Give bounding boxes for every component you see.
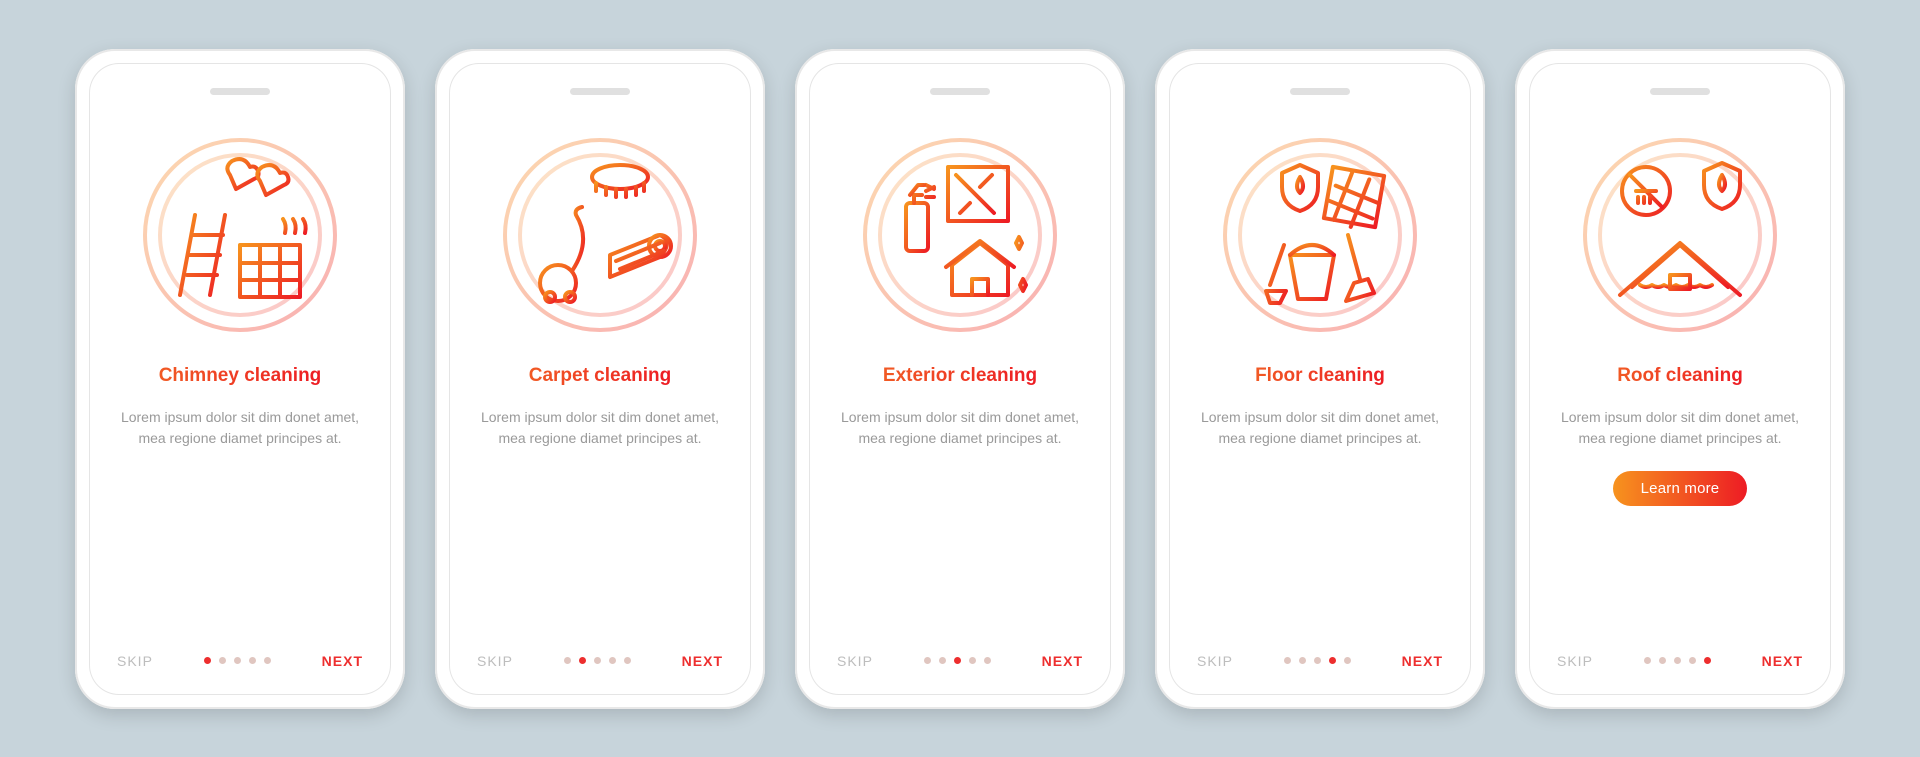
dot xyxy=(1299,657,1306,664)
skip-button[interactable]: SKIP xyxy=(477,653,513,669)
screen-chimney: Chimney cleaning Lorem ipsum dolor sit d… xyxy=(89,63,391,695)
dot xyxy=(1284,657,1291,664)
screen-title: Roof cleaning xyxy=(1617,365,1743,387)
learn-more-button[interactable]: Learn more xyxy=(1613,471,1748,506)
dot xyxy=(579,657,586,664)
screen-floor: Floor cleaning Lorem ipsum dolor sit dim… xyxy=(1169,63,1471,695)
screen-title: Carpet cleaning xyxy=(529,365,672,387)
screen-description: Lorem ipsum dolor sit dim donet amet, me… xyxy=(1194,407,1446,449)
screen-exterior: Exterior cleaning Lorem ipsum dolor sit … xyxy=(809,63,1111,695)
skip-button[interactable]: SKIP xyxy=(1197,653,1233,669)
dot xyxy=(1689,657,1696,664)
phone-chimney: Chimney cleaning Lorem ipsum dolor sit d… xyxy=(75,49,405,709)
dot xyxy=(204,657,211,664)
dot xyxy=(1659,657,1666,664)
phone-exterior: Exterior cleaning Lorem ipsum dolor sit … xyxy=(795,49,1125,709)
page-indicator xyxy=(1284,657,1351,664)
screen-nav: SKIP NEXT xyxy=(477,653,723,669)
dot xyxy=(624,657,631,664)
phone-speaker xyxy=(1290,88,1350,95)
page-indicator xyxy=(204,657,271,664)
screen-description: Lorem ipsum dolor sit dim donet amet, me… xyxy=(114,407,366,449)
screen-roof: Roof cleaning Lorem ipsum dolor sit dim … xyxy=(1529,63,1831,695)
page-indicator xyxy=(924,657,991,664)
dot xyxy=(1704,657,1711,664)
skip-button[interactable]: SKIP xyxy=(1557,653,1593,669)
dot xyxy=(984,657,991,664)
dot xyxy=(264,657,271,664)
screen-description: Lorem ipsum dolor sit dim donet amet, me… xyxy=(834,407,1086,449)
dot xyxy=(1344,657,1351,664)
dot xyxy=(954,657,961,664)
dot xyxy=(249,657,256,664)
exterior-cleaning-icon xyxy=(860,135,1060,335)
screen-nav: SKIP NEXT xyxy=(837,653,1083,669)
floor-cleaning-icon xyxy=(1220,135,1420,335)
next-button[interactable]: NEXT xyxy=(1402,653,1443,669)
dot xyxy=(924,657,931,664)
page-indicator xyxy=(1644,657,1711,664)
carpet-cleaning-icon xyxy=(500,135,700,335)
next-button[interactable]: NEXT xyxy=(1042,653,1083,669)
skip-button[interactable]: SKIP xyxy=(837,653,873,669)
dot xyxy=(1329,657,1336,664)
dot xyxy=(969,657,976,664)
dot xyxy=(939,657,946,664)
dot xyxy=(234,657,241,664)
phone-speaker xyxy=(1650,88,1710,95)
next-button[interactable]: NEXT xyxy=(322,653,363,669)
screen-title: Chimney cleaning xyxy=(159,365,322,387)
next-button[interactable]: NEXT xyxy=(682,653,723,669)
dot xyxy=(1674,657,1681,664)
dot xyxy=(1644,657,1651,664)
dot xyxy=(219,657,226,664)
roof-cleaning-icon xyxy=(1580,135,1780,335)
phone-carpet: Carpet cleaning Lorem ipsum dolor sit di… xyxy=(435,49,765,709)
dot xyxy=(609,657,616,664)
phone-speaker xyxy=(210,88,270,95)
dot xyxy=(1314,657,1321,664)
phones-row: Chimney cleaning Lorem ipsum dolor sit d… xyxy=(75,49,1845,709)
dot xyxy=(594,657,601,664)
next-button[interactable]: NEXT xyxy=(1762,653,1803,669)
screen-description: Lorem ipsum dolor sit dim donet amet, me… xyxy=(1554,407,1806,449)
chimney-cleaning-icon xyxy=(140,135,340,335)
phone-roof: Roof cleaning Lorem ipsum dolor sit dim … xyxy=(1515,49,1845,709)
page-indicator xyxy=(564,657,631,664)
dot xyxy=(564,657,571,664)
screen-title: Floor cleaning xyxy=(1255,365,1385,387)
screen-nav: SKIP NEXT xyxy=(1197,653,1443,669)
screen-description: Lorem ipsum dolor sit dim donet amet, me… xyxy=(474,407,726,449)
phone-speaker xyxy=(930,88,990,95)
skip-button[interactable]: SKIP xyxy=(117,653,153,669)
screen-nav: SKIP NEXT xyxy=(1557,653,1803,669)
screen-carpet: Carpet cleaning Lorem ipsum dolor sit di… xyxy=(449,63,751,695)
phone-speaker xyxy=(570,88,630,95)
screen-nav: SKIP NEXT xyxy=(117,653,363,669)
phone-floor: Floor cleaning Lorem ipsum dolor sit dim… xyxy=(1155,49,1485,709)
screen-title: Exterior cleaning xyxy=(883,365,1037,387)
